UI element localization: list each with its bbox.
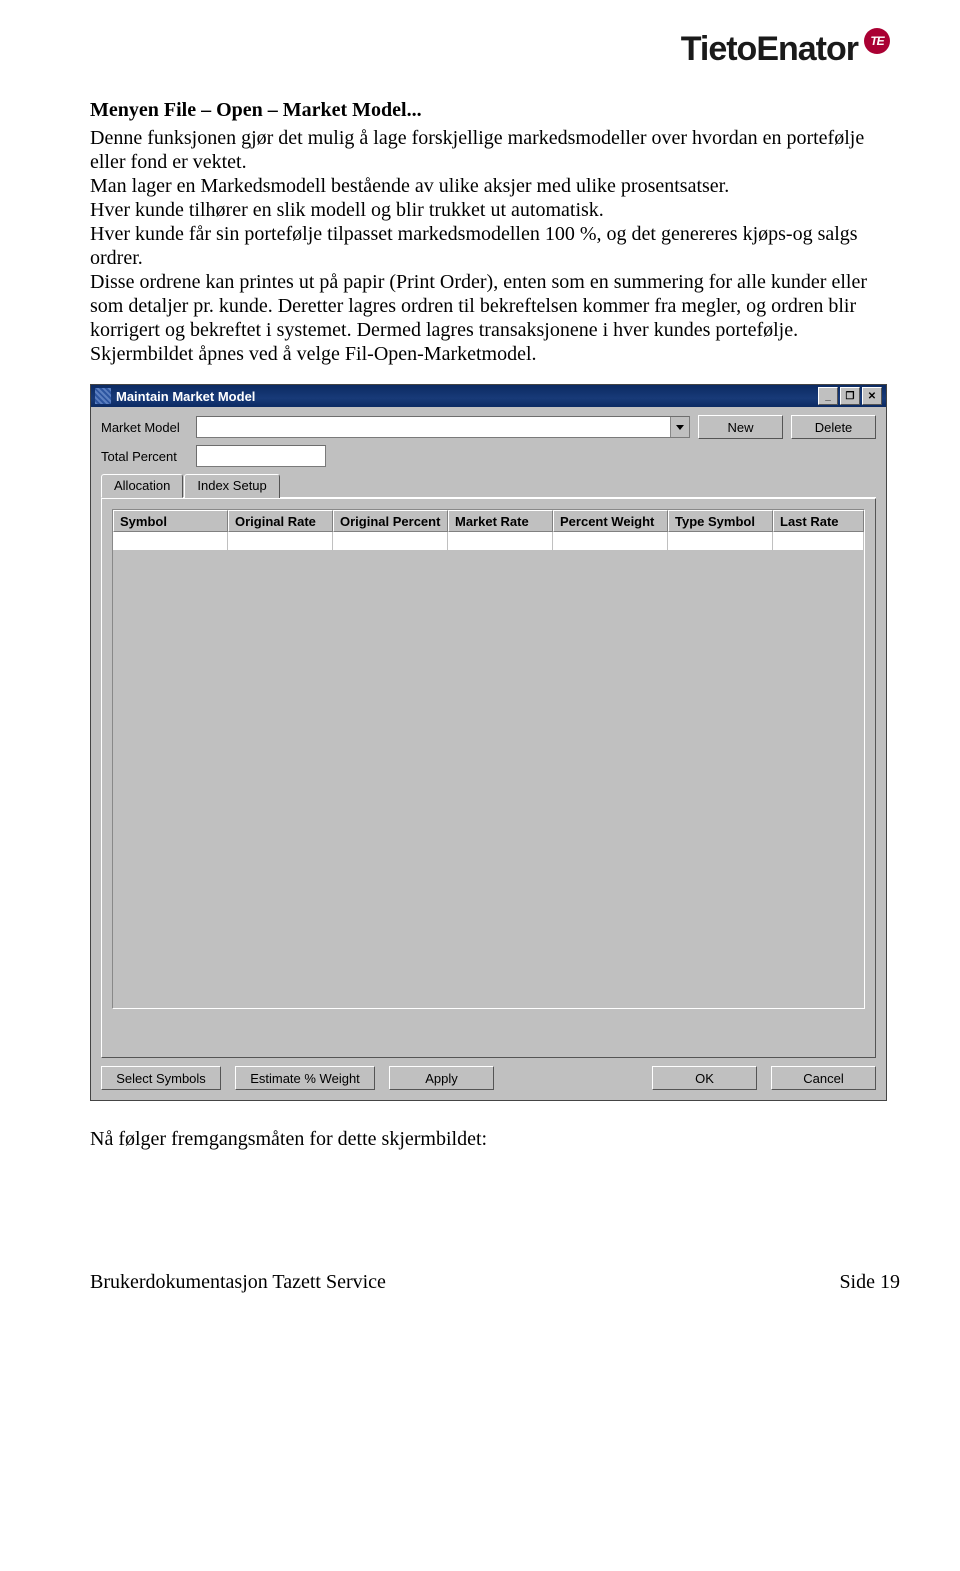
ok-button[interactable]: OK xyxy=(652,1066,757,1090)
chevron-down-icon[interactable] xyxy=(670,417,689,437)
brand-logo: TietoEnator TE xyxy=(90,30,900,69)
new-button[interactable]: New xyxy=(698,415,783,439)
tab-strip: Allocation Index Setup xyxy=(101,473,876,498)
logo-badge-icon: TE xyxy=(864,28,890,54)
market-model-label: Market Model xyxy=(101,420,196,435)
body-paragraph: Hver kunde får sin portefølje tilpasset … xyxy=(90,222,900,270)
dialog-window: Maintain Market Model _ ❐ ✕ Market Model… xyxy=(90,384,887,1101)
restore-button[interactable]: ❐ xyxy=(840,387,860,405)
minimize-button[interactable]: _ xyxy=(818,387,838,405)
body-paragraph: Denne funksjonen gjør det mulig å lage f… xyxy=(90,126,900,174)
allocation-grid[interactable]: Symbol Original Rate Original Percent Ma… xyxy=(112,509,865,1009)
grid-header[interactable]: Original Rate xyxy=(228,510,333,532)
body-paragraph: Hver kunde tilhører en slik modell og bl… xyxy=(90,198,900,222)
titlebar[interactable]: Maintain Market Model _ ❐ ✕ xyxy=(91,385,886,407)
grid-row[interactable] xyxy=(113,532,864,550)
body-paragraph: Man lager en Markedsmodell bestående av … xyxy=(90,174,900,198)
tab-allocation[interactable]: Allocation xyxy=(101,474,183,498)
tab-panel-allocation: Symbol Original Rate Original Percent Ma… xyxy=(101,498,876,1058)
window-icon xyxy=(95,388,111,404)
cancel-button[interactable]: Cancel xyxy=(771,1066,876,1090)
grid-header[interactable]: Original Percent xyxy=(333,510,448,532)
tab-index-setup[interactable]: Index Setup xyxy=(184,474,279,498)
market-model-dropdown[interactable] xyxy=(196,416,690,438)
grid-header-row: Symbol Original Rate Original Percent Ma… xyxy=(113,510,864,532)
page-footer: Brukerdokumentasjon Tazett Service Side … xyxy=(90,1271,900,1294)
window-title: Maintain Market Model xyxy=(116,389,255,404)
delete-button[interactable]: Delete xyxy=(791,415,876,439)
logo-text: TietoEnator xyxy=(681,30,858,69)
apply-button[interactable]: Apply xyxy=(389,1066,494,1090)
footer-left: Brukerdokumentasjon Tazett Service xyxy=(90,1271,386,1294)
after-text: Nå følger fremgangsmåten for dette skjer… xyxy=(90,1127,900,1151)
close-button[interactable]: ✕ xyxy=(862,387,882,405)
footer-right: Side 19 xyxy=(839,1271,900,1294)
body-paragraph: Skjermbildet åpnes ved å velge Fil-Open-… xyxy=(90,342,900,366)
estimate-weight-button[interactable]: Estimate % Weight xyxy=(235,1066,375,1090)
grid-header[interactable]: Type Symbol xyxy=(668,510,773,532)
total-percent-label: Total Percent xyxy=(101,449,196,464)
grid-header[interactable]: Last Rate xyxy=(773,510,864,532)
body-paragraph: Disse ordrene kan printes ut på papir (P… xyxy=(90,270,900,342)
select-symbols-button[interactable]: Select Symbols xyxy=(101,1066,221,1090)
grid-header[interactable]: Percent Weight xyxy=(553,510,668,532)
section-heading: Menyen File – Open – Market Model... xyxy=(90,99,900,122)
dialog-bottom-toolbar: Select Symbols Estimate % Weight Apply O… xyxy=(91,1058,886,1100)
grid-header[interactable]: Market Rate xyxy=(448,510,553,532)
grid-header[interactable]: Symbol xyxy=(113,510,228,532)
total-percent-input[interactable] xyxy=(196,445,326,467)
